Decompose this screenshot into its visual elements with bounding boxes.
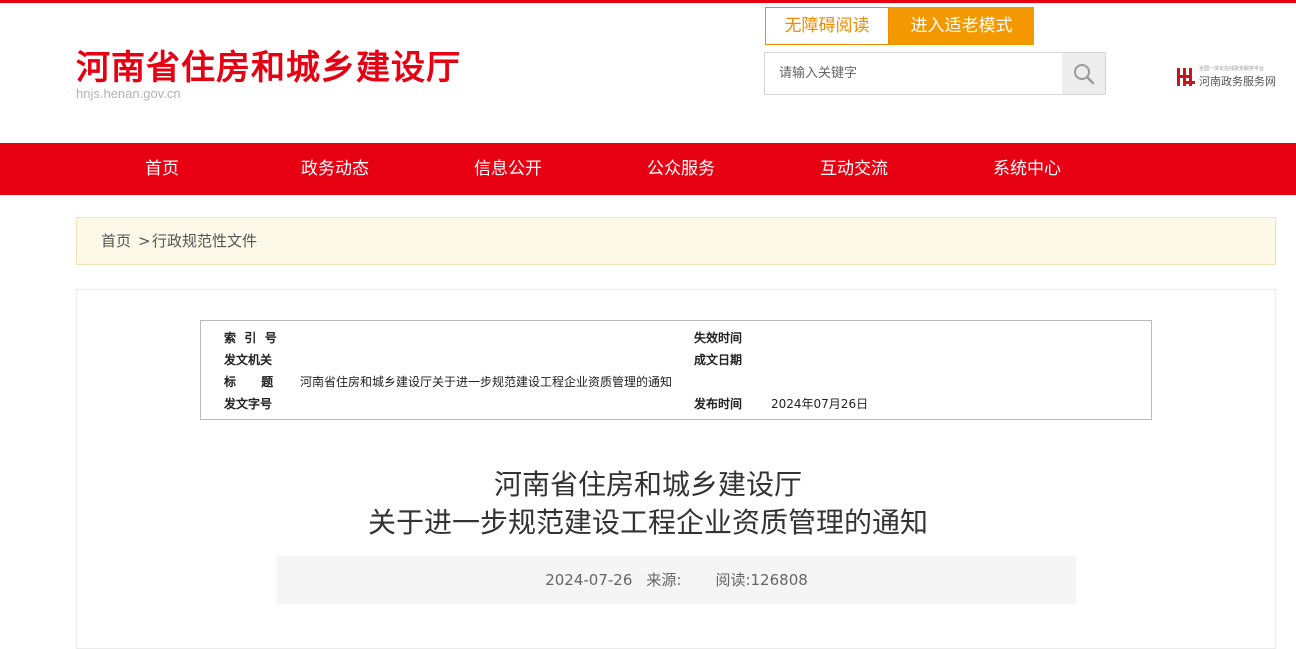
meta-issuer-label: 发文机关 (224, 353, 273, 367)
breadcrumb-home-link[interactable]: 首页 (101, 218, 131, 264)
top-accent-line (0, 0, 1296, 3)
search-icon (1074, 64, 1095, 85)
breadcrumb: 首页 > 行政规范性文件 (76, 217, 1276, 265)
search-input[interactable] (765, 53, 1061, 94)
article-reads-count: 126808 (750, 571, 808, 589)
breadcrumb-separator: > (138, 232, 151, 250)
site-title[interactable]: 河南省住房和城乡建设厅 (76, 40, 461, 89)
meta-doc-no-label: 发文字号 (224, 397, 273, 411)
breadcrumb-current-link[interactable]: 行政规范性文件 (152, 218, 257, 264)
gov-portal-label: 河南政务服务网 (1199, 75, 1276, 88)
gov-portal-small-text: 全国一体化在线政务服务平台 (1199, 66, 1265, 72)
article-title-line2: 关于进一步规范建设工程企业资质管理的通知 (367, 506, 928, 539)
meta-publish-value: 2024年07月26日 (771, 397, 869, 411)
article-title-line1: 河南省住房和城乡建设厅 (493, 468, 802, 501)
meta-publish-label: 发布时间 (694, 397, 743, 411)
meta-expiry-label: 失效时间 (694, 331, 743, 345)
search-box (764, 52, 1106, 95)
meta-title-label: 标 题 (224, 375, 274, 389)
nav-item-info-disclosure[interactable]: 信息公开 (448, 143, 568, 195)
nav-item-system-center[interactable]: 系统中心 (967, 143, 1087, 195)
gov-service-portal-link[interactable]: 全国一体化在线政务服务平台 河南政务服务网 (1176, 64, 1276, 90)
article-info-bar: 2024-07-26 来源: 阅读:126808 (277, 556, 1076, 604)
nav-item-government-news[interactable]: 政务动态 (275, 143, 395, 195)
document-metadata-table: 索 引 号 失效时间 发文机关 成文日期 标 题 河南省住房和城乡建设厅关于进一… (200, 320, 1152, 420)
article-reads-label: 阅读: (715, 571, 751, 589)
nav-item-home[interactable]: 首页 (102, 143, 222, 195)
gov-portal-logo-icon (1177, 68, 1195, 86)
meta-title-value: 河南省住房和城乡建设厅关于进一步规范建设工程企业资质管理的通知 (300, 375, 673, 389)
search-button[interactable] (1062, 53, 1105, 94)
main-nav: 首页 政务动态 信息公开 公众服务 互动交流 系统中心 (0, 143, 1296, 195)
accessibility-button[interactable]: 无障碍阅读 (765, 7, 889, 45)
elder-mode-button[interactable]: 进入适老模式 (889, 7, 1034, 45)
article-source-label: 来源: (646, 571, 682, 589)
nav-item-public-service[interactable]: 公众服务 (621, 143, 741, 195)
meta-written-date-label: 成文日期 (694, 353, 743, 367)
meta-index-no-label: 索 引 号 (224, 331, 277, 345)
article-date: 2024-07-26 (545, 571, 633, 589)
site-domain: hnjs.henan.gov.cn (76, 86, 181, 101)
nav-item-interaction[interactable]: 互动交流 (794, 143, 914, 195)
